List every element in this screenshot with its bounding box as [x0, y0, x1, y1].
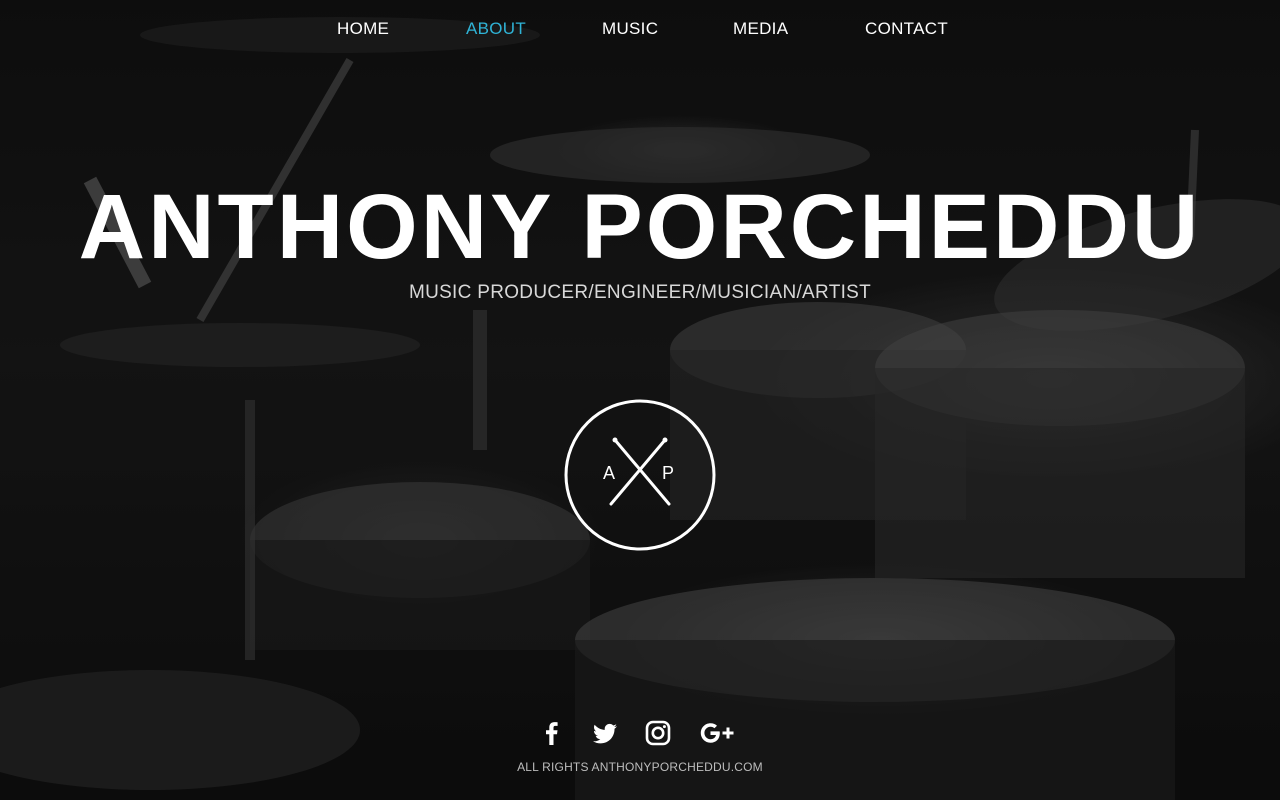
ap-drumsticks-logo: A P	[563, 398, 717, 552]
nav-item-contact[interactable]: CONTACT	[865, 19, 948, 39]
artist-roles-subtitle: MUSIC PRODUCER/ENGINEER/MUSICIAN/ARTIST	[408, 282, 872, 303]
logo-letter-a: A	[603, 463, 616, 483]
facebook-icon[interactable]	[537, 718, 567, 748]
google-plus-icon[interactable]	[698, 718, 738, 748]
instagram-icon[interactable]	[643, 718, 673, 748]
logo-letter-p: P	[662, 463, 675, 483]
nav-item-media[interactable]: MEDIA	[733, 19, 788, 39]
artist-name-title: ANTHONY PORCHEDDU	[78, 176, 1202, 278]
nav-item-home[interactable]: HOME	[337, 19, 389, 39]
page: HOME ABOUT MUSIC MEDIA CONTACT ANTHONY P…	[0, 0, 1280, 800]
social-links	[0, 718, 1280, 748]
twitter-icon[interactable]	[590, 718, 620, 748]
main-navigation: HOME ABOUT MUSIC MEDIA CONTACT	[0, 19, 1280, 43]
nav-item-about[interactable]: ABOUT	[466, 19, 526, 39]
footer-copyright: ALL RIGHTS ANTHONYPORCHEDDU.COM	[517, 760, 763, 774]
nav-item-music[interactable]: MUSIC	[602, 19, 658, 39]
logo-circle-icon	[564, 399, 716, 551]
